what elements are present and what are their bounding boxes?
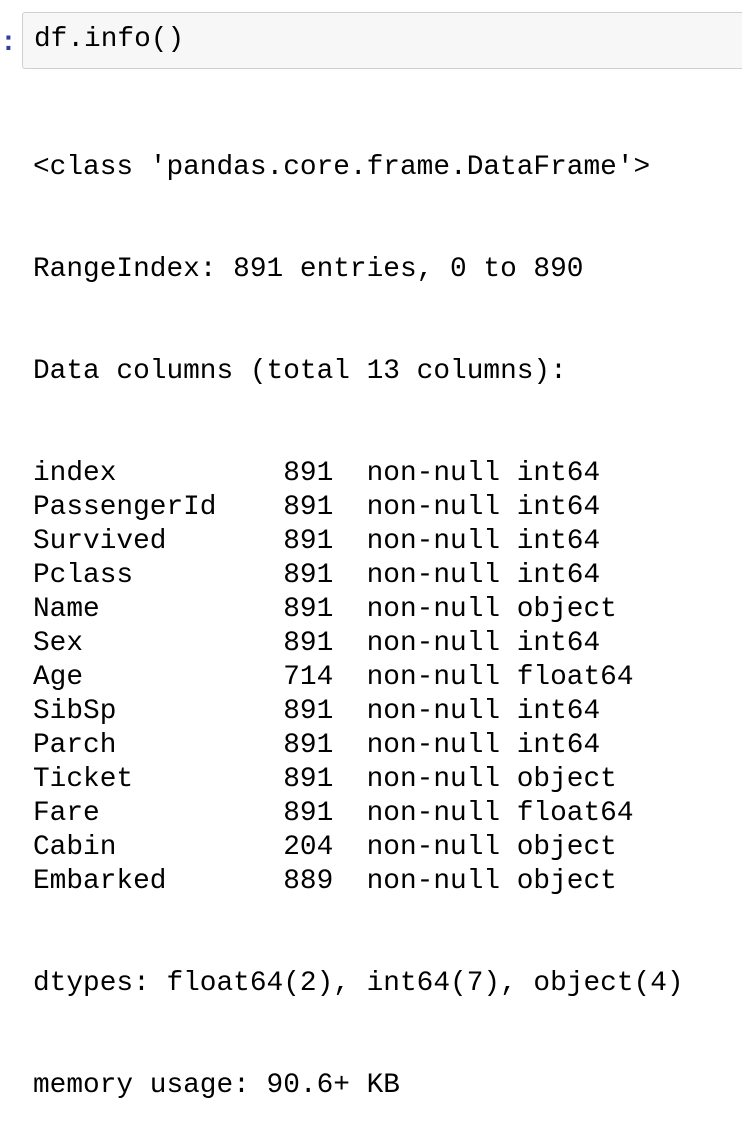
column-dtype: non-null int64 <box>366 696 601 727</box>
column-info-row: SibSp 891 non-null int64 <box>33 695 684 729</box>
column-name: Survived <box>33 526 167 557</box>
non-null-count: 891 <box>283 492 334 523</box>
column-dtype: non-null object <box>366 594 617 625</box>
column-dtype: non-null int64 <box>366 526 601 557</box>
non-null-count: 891 <box>283 628 334 659</box>
column-name: SibSp <box>33 696 117 727</box>
column-name: Parch <box>33 730 117 761</box>
output-line: Data columns (total 13 columns): <box>33 356 567 387</box>
column-name: Name <box>33 594 100 625</box>
column-name: PassengerId <box>33 492 217 523</box>
column-info-row: Name 891 non-null object <box>33 593 684 627</box>
column-info-row: Embarked 889 non-null object <box>33 865 684 899</box>
column-info-row: Fare 891 non-null float64 <box>33 797 684 831</box>
non-null-count: 891 <box>283 696 334 727</box>
column-dtype: non-null int64 <box>366 560 601 591</box>
non-null-count: 891 <box>283 594 334 625</box>
non-null-count: 891 <box>283 798 334 829</box>
column-info-row: Age 714 non-null float64 <box>33 661 684 695</box>
column-name: Cabin <box>33 832 117 863</box>
column-name: Ticket <box>33 764 134 795</box>
column-name: Sex <box>33 628 84 659</box>
column-info-row: PassengerId 891 non-null int64 <box>33 491 684 525</box>
non-null-count: 714 <box>283 662 334 693</box>
column-dtype: non-null object <box>366 866 617 897</box>
non-null-count: 891 <box>283 730 334 761</box>
column-info-row: Survived 891 non-null int64 <box>33 525 684 559</box>
column-dtype: non-null int64 <box>366 458 601 489</box>
column-dtype: non-null float64 <box>366 798 634 829</box>
output-line: dtypes: float64(2), int64(7), object(4) <box>33 968 684 999</box>
column-info-row: index 891 non-null int64 <box>33 457 684 491</box>
output-line: <class 'pandas.core.frame.DataFrame'> <box>33 152 651 183</box>
output-line: RangeIndex: 891 entries, 0 to 890 <box>33 254 584 285</box>
column-info-row: Cabin 204 non-null object <box>33 831 684 865</box>
column-dtype: non-null int64 <box>366 730 601 761</box>
column-name: Fare <box>33 798 100 829</box>
column-info-row: Parch 891 non-null int64 <box>33 729 684 763</box>
non-null-count: 891 <box>283 560 334 591</box>
code-cell-input[interactable]: df.info() <box>22 12 742 69</box>
non-null-count: 891 <box>283 764 334 795</box>
column-name: Pclass <box>33 560 134 591</box>
code-text[interactable]: df.info() <box>34 23 184 57</box>
output-line: memory usage: 90.6+ KB <box>33 1070 400 1101</box>
column-name: index <box>33 458 117 489</box>
column-info-row: Ticket 891 non-null object <box>33 763 684 797</box>
column-name: Age <box>33 662 84 693</box>
cell-output: <class 'pandas.core.frame.DataFrame'> Ra… <box>33 83 684 1137</box>
non-null-count: 891 <box>283 458 334 489</box>
cell-prompt: : <box>0 28 17 59</box>
column-info-row: Sex 891 non-null int64 <box>33 627 684 661</box>
column-dtype: non-null object <box>366 832 617 863</box>
column-dtype: non-null object <box>366 764 617 795</box>
column-dtype: non-null float64 <box>366 662 634 693</box>
column-dtype: non-null int64 <box>366 492 601 523</box>
column-dtype: non-null int64 <box>366 628 601 659</box>
non-null-count: 891 <box>283 526 334 557</box>
non-null-count: 889 <box>283 866 334 897</box>
column-name: Embarked <box>33 866 167 897</box>
column-info-row: Pclass 891 non-null int64 <box>33 559 684 593</box>
non-null-count: 204 <box>283 832 334 863</box>
